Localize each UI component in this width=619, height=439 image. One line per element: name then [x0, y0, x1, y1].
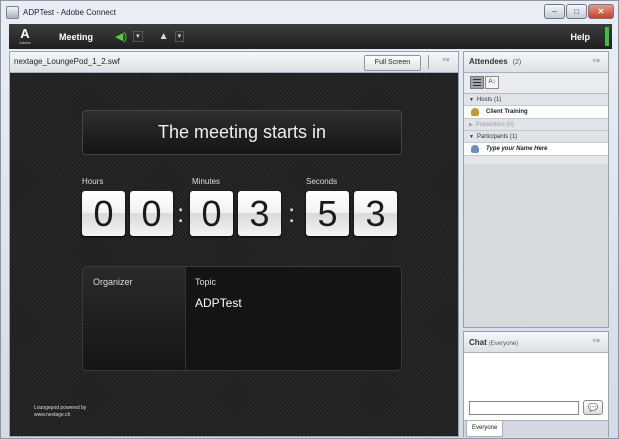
- adobe-logo-icon: A Adobe: [15, 26, 35, 48]
- chat-messages: [464, 353, 608, 399]
- send-message-icon[interactable]: 💬: [583, 400, 603, 415]
- attendees-title-text: Attendees: [469, 57, 508, 66]
- list-item[interactable]: Client Training: [464, 106, 608, 119]
- expand-arrow-icon: ▼: [469, 134, 474, 140]
- list-view-icon[interactable]: [470, 76, 484, 89]
- hours-label: Hours: [82, 177, 104, 186]
- chat-scope: (Everyone): [488, 341, 519, 347]
- minutes-label: Minutes: [192, 177, 221, 186]
- tab-everyone[interactable]: Everyone: [466, 421, 504, 437]
- attendee-list: ▼ Hosts (1) Client Training ▶ Presenters (…: [464, 94, 608, 156]
- attendees-pod: Attendees (2) ≡▾ A↕ ▼ Hosts (1) Client Tra…: [463, 51, 609, 328]
- seconds-digit-1: 5: [306, 191, 349, 236]
- meeting-info-panel: Organizer Topic ADPTest: [82, 266, 402, 371]
- host-name: Client Training: [486, 108, 528, 115]
- topic-label: Topic: [195, 277, 217, 287]
- powered-by-url[interactable]: www.nextage.ch: [34, 412, 86, 419]
- chat-title-text: Chat: [469, 338, 487, 347]
- chat-options-icon[interactable]: ≡▾: [592, 337, 600, 345]
- hosts-group-label: Hosts (1): [476, 97, 502, 103]
- collapse-arrow-icon: ▶: [469, 122, 473, 128]
- sort-icon[interactable]: A↕: [485, 76, 499, 89]
- minutes-digit-2: 3: [238, 191, 281, 236]
- participants-group[interactable]: ▼ Participants (1): [464, 131, 608, 143]
- camera-voice-button[interactable]: ▲ ▾: [158, 31, 185, 42]
- attendees-title: Attendees (2): [469, 57, 521, 66]
- chat-header: Chat (Everyone) ≡▾: [464, 332, 608, 353]
- adobe-logo-word: Adobe: [19, 40, 31, 45]
- app-window: ADPTest - Adobe Connect – □ ✕ A Adobe Me…: [0, 0, 619, 439]
- maximize-button[interactable]: □: [566, 4, 587, 19]
- share-stage: The meeting starts in Hours Minutes Seco…: [10, 73, 458, 436]
- list-item[interactable]: Type your Name Here: [464, 143, 608, 156]
- participant-user-icon: [471, 145, 479, 153]
- attendees-header: Attendees (2) ≡▾: [464, 52, 608, 73]
- window-controls: – □ ✕: [543, 4, 614, 19]
- share-pod-title: nextage_LoungePod_1_2.swf: [14, 57, 120, 66]
- hours-digit-1: 0: [82, 191, 125, 236]
- organizer-label: Organizer: [93, 277, 133, 287]
- speaker-icon: ◀): [115, 31, 128, 43]
- powered-by-line: Loungepod powered by: [34, 405, 87, 411]
- speaker-button[interactable]: ◀) ▾: [115, 30, 143, 43]
- title-bar: ADPTest - Adobe Connect – □ ✕: [1, 1, 618, 23]
- minimize-button[interactable]: –: [544, 4, 565, 19]
- menu-bar: A Adobe Meeting ◀) ▾ ▲ ▾ Help: [9, 24, 612, 49]
- chat-title: Chat (Everyone): [469, 338, 518, 347]
- participants-group-label: Participants (1): [476, 134, 518, 140]
- attendees-count: (2): [512, 59, 522, 66]
- seconds-digit-2: 3: [354, 191, 397, 236]
- pod-options-icon[interactable]: ≡▾: [442, 56, 450, 64]
- colon-separator: :: [177, 198, 185, 228]
- share-pod-header: nextage_LoungePod_1_2.swf Full Screen ≡▾: [10, 52, 458, 73]
- host-user-icon: [471, 108, 479, 116]
- hours-digit-2: 0: [130, 191, 173, 236]
- header-divider: [428, 55, 429, 69]
- topic-value: ADPTest: [195, 296, 242, 310]
- attendees-toolbar: A↕: [464, 73, 608, 94]
- seconds-label: Seconds: [306, 177, 338, 186]
- close-button[interactable]: ✕: [588, 4, 614, 19]
- app-icon: [6, 5, 19, 19]
- window-title: ADPTest - Adobe Connect: [23, 7, 116, 17]
- share-pod: nextage_LoungePod_1_2.swf Full Screen ≡▾…: [9, 51, 459, 437]
- colon-separator: :: [288, 198, 296, 228]
- powered-by-text: Loungepod powered by www.nextage.ch: [34, 405, 86, 419]
- help-menu[interactable]: Help: [570, 32, 590, 42]
- expand-arrow-icon: ▼: [469, 97, 474, 103]
- chat-input[interactable]: [469, 401, 579, 415]
- chat-pod: Chat (Everyone) ≡▾ 💬 Everyone: [463, 331, 609, 437]
- connection-status-bar: [605, 27, 609, 46]
- attendee-list-empty-area: [464, 164, 608, 327]
- minutes-digit-1: 0: [190, 191, 233, 236]
- camera-dropdown-icon[interactable]: ▾: [174, 31, 185, 42]
- meeting-menu[interactable]: Meeting: [59, 32, 93, 42]
- chat-tab-bar: Everyone: [464, 420, 608, 437]
- presenters-group[interactable]: ▶ Presenters (0): [464, 119, 608, 131]
- participant-name: Type your Name Here: [486, 145, 548, 152]
- presenters-group-label: Presenters (0): [475, 122, 514, 128]
- person-icon: ▲: [158, 31, 169, 42]
- attendees-options-icon[interactable]: ≡▾: [592, 57, 600, 65]
- adobe-logo-mark: A: [20, 26, 30, 41]
- full-screen-button[interactable]: Full Screen: [364, 55, 421, 71]
- speaker-dropdown-icon[interactable]: ▾: [133, 31, 143, 42]
- hosts-group[interactable]: ▼ Hosts (1): [464, 94, 608, 106]
- countdown-banner: The meeting starts in: [82, 110, 402, 155]
